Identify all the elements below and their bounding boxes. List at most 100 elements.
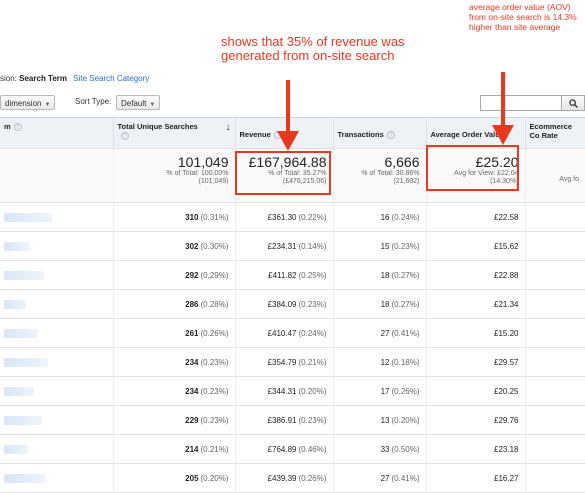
- redacted-search-term: [4, 212, 52, 222]
- revenue-cell: £439.39 (0.26%): [234, 463, 333, 493]
- table-row: 302 (0.30%) £234.31 (0.14%) 15 (0.23%) £15.62: [0, 231, 585, 261]
- aov-arrow: [501, 72, 505, 129]
- table-row: 286 (0.28%) £384.09 (0.23%) 18 (0.27%) £21.34: [0, 289, 585, 319]
- primary-dimension-search-term[interactable]: Search Term: [19, 74, 67, 83]
- aov-cell: £29.76: [425, 405, 525, 435]
- conversion-cell: [524, 376, 585, 406]
- chevron-down-icon: ▼: [44, 102, 51, 108]
- column-header-ecommerce-conversion-rate[interactable]: Ecommerce Co Rate: [524, 117, 585, 149]
- conversion-cell: [524, 318, 585, 348]
- redacted-search-term: [4, 241, 30, 251]
- totals-searches-cell: 101,049 % of Total: 100.00% (101,049): [112, 148, 235, 203]
- table-row: 205 (0.20%) £439.39 (0.26%) 27 (0.41%) £16.27: [0, 463, 585, 493]
- totals-transactions-cell: 6,666 % of Total: 30.86% (21,602): [332, 148, 426, 203]
- search-term-cell[interactable]: [0, 405, 113, 435]
- table-row: 214 (0.21%) £764.89 (0.46%) 33 (0.50%) £23.18: [0, 434, 585, 464]
- revenue-cell: £354.79 (0.21%): [234, 347, 333, 377]
- searches-cell: 292 (0.29%): [112, 260, 235, 290]
- transactions-cell: 16 (0.24%): [332, 202, 426, 232]
- transactions-cell: 13 (0.20%): [332, 405, 426, 435]
- searches-cell: 286 (0.28%): [112, 289, 235, 319]
- help-icon[interactable]: ?: [120, 132, 129, 141]
- redacted-search-term: [4, 386, 34, 396]
- search-term-cell[interactable]: [0, 463, 113, 493]
- revenue-cell: £361.30 (0.22%): [234, 202, 333, 232]
- conversion-cell: [524, 434, 585, 464]
- revenue-annotation: shows that 35% of revenue was generated …: [221, 34, 405, 63]
- searches-cell: 310 (0.31%): [112, 202, 235, 232]
- search-button[interactable]: [562, 95, 585, 111]
- searches-cell: 234 (0.23%): [112, 376, 235, 406]
- aov-highlight-box: [426, 145, 519, 191]
- searches-cell: 229 (0.23%): [112, 405, 235, 435]
- conversion-cell: [524, 463, 585, 493]
- revenue-cell: £411.82 (0.25%): [234, 260, 333, 290]
- sort-type-dropdown[interactable]: Default ▼: [116, 95, 161, 110]
- redacted-search-term: [4, 270, 44, 280]
- conversion-cell: [524, 289, 585, 319]
- revenue-cell: £386.91 (0.23%): [234, 405, 333, 435]
- searches-cell: 214 (0.21%): [112, 434, 235, 464]
- aov-cell: £22.58: [425, 202, 525, 232]
- redacted-search-term: [4, 299, 26, 309]
- aov-cell: £21.34: [425, 289, 525, 319]
- transactions-cell: 17 (0.26%): [332, 376, 426, 406]
- revenue-arrow: [286, 80, 290, 135]
- help-icon[interactable]: ?: [386, 131, 395, 140]
- searches-cell: 234 (0.23%): [112, 347, 235, 377]
- help-icon[interactable]: ?: [13, 123, 22, 132]
- conversion-cell: [524, 405, 585, 435]
- primary-dimension-bar: sion: Search Term Site Search Category: [0, 74, 149, 83]
- search-term-cell[interactable]: [0, 260, 113, 290]
- table-row: 234 (0.23%) £344.31 (0.20%) 17 (0.26%) £20.25: [0, 376, 585, 406]
- aov-cell: £15.20: [425, 318, 525, 348]
- transactions-cell: 27 (0.41%): [332, 318, 426, 348]
- transactions-cell: 18 (0.27%): [332, 289, 426, 319]
- conversion-cell: [524, 202, 585, 232]
- search-term-cell[interactable]: [0, 318, 113, 348]
- chevron-down-icon: ▼: [149, 102, 156, 108]
- column-header-total-unique-searches[interactable]: Total Unique Searches ↓?: [112, 117, 235, 149]
- primary-dimension-search-category[interactable]: Site Search Category: [73, 74, 149, 83]
- redacted-search-term: [4, 357, 48, 367]
- transactions-cell: 27 (0.41%): [332, 463, 426, 493]
- aov-cell: £15.62: [425, 231, 525, 261]
- redacted-search-term: [4, 444, 28, 454]
- magnifier-icon: [568, 99, 578, 109]
- totals-label-cell: [0, 148, 113, 203]
- dimension-label: sion:: [0, 74, 17, 83]
- transactions-cell: 12 (0.18%): [332, 347, 426, 377]
- secondary-dimension-dropdown[interactable]: dimension ▼: [0, 95, 56, 110]
- table-row: 234 (0.23%) £354.79 (0.21%) 12 (0.18%) £29.57: [0, 347, 585, 377]
- column-header-transactions[interactable]: Transactions?: [332, 117, 426, 149]
- revenue-highlight-box: [235, 151, 331, 195]
- search-term-cell[interactable]: [0, 231, 113, 261]
- search-term-cell[interactable]: [0, 347, 113, 377]
- conversion-cell: [524, 347, 585, 377]
- revenue-arrowhead-icon: [277, 131, 299, 151]
- conversion-cell: [524, 231, 585, 261]
- sort-arrow-icon: ↓: [225, 122, 231, 133]
- search-term-cell[interactable]: [0, 434, 113, 464]
- redacted-search-term: [4, 473, 46, 483]
- table-row: 229 (0.23%) £386.91 (0.23%) 13 (0.20%) £29.76: [0, 405, 585, 435]
- transactions-cell: 33 (0.50%): [332, 434, 426, 464]
- table-row: 310 (0.31%) £361.30 (0.22%) 16 (0.24%) £22.58: [0, 202, 585, 232]
- search-term-cell[interactable]: [0, 289, 113, 319]
- conversion-cell: [524, 260, 585, 290]
- revenue-cell: £234.31 (0.14%): [234, 231, 333, 261]
- transactions-cell: 18 (0.27%): [332, 260, 426, 290]
- table-row: 261 (0.26%) £410.47 (0.24%) 27 (0.41%) £15.20: [0, 318, 585, 348]
- totals-conversion-cell: Avg fo: [524, 148, 585, 203]
- search-term-cell[interactable]: [0, 202, 113, 232]
- aov-cell: £29.57: [425, 347, 525, 377]
- searches-cell: 205 (0.20%): [112, 463, 235, 493]
- search-term-cell[interactable]: [0, 376, 113, 406]
- table-search-input[interactable]: [480, 95, 562, 111]
- searches-cell: 261 (0.26%): [112, 318, 235, 348]
- revenue-cell: £764.89 (0.46%): [234, 434, 333, 464]
- redacted-search-term: [4, 328, 38, 338]
- searches-cell: 302 (0.30%): [112, 231, 235, 261]
- column-header-search-term[interactable]: m?: [0, 117, 113, 149]
- aov-cell: £20.25: [425, 376, 525, 406]
